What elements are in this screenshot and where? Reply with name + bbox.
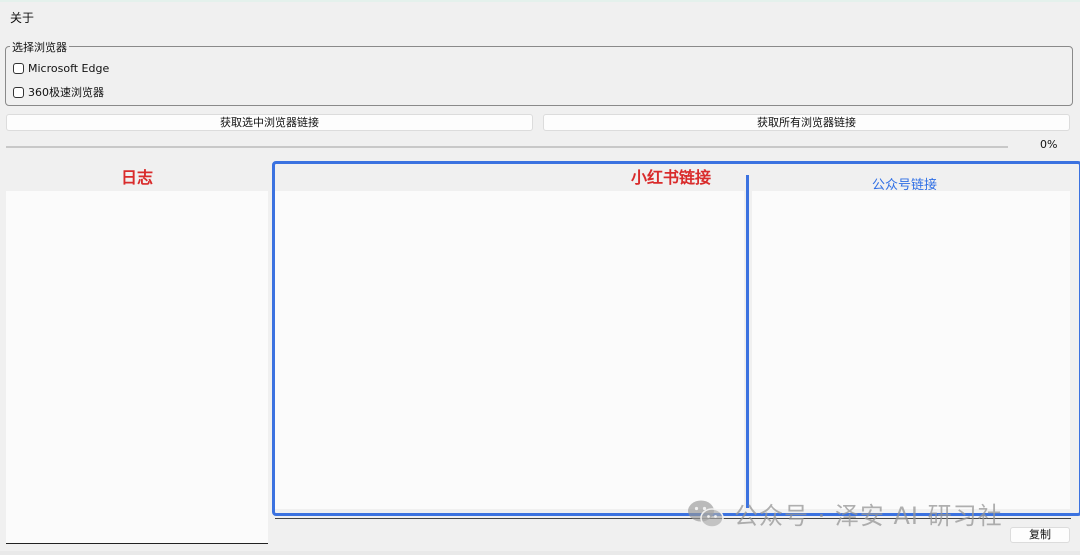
log-title: 日志	[121, 168, 154, 187]
get-selected-browser-links-button[interactable]: 获取选中浏览器链接	[6, 114, 533, 131]
window-bottom-edge	[0, 551, 1080, 555]
checkbox-square[interactable]	[13, 63, 24, 74]
checkbox-label: Microsoft Edge	[28, 62, 110, 75]
annotation-highlight-divider	[746, 175, 749, 508]
browser-select-title: 选择浏览器	[10, 39, 69, 55]
xiaohongshu-links-textarea[interactable]	[275, 191, 744, 509]
menu-about[interactable]: 关于	[10, 9, 34, 26]
browser-select-group	[5, 46, 1073, 106]
progress-bar	[6, 146, 1008, 148]
copy-button[interactable]: 复制	[1010, 527, 1070, 543]
window-top-accent	[0, 0, 1080, 2]
checkbox-square[interactable]	[13, 86, 24, 98]
gongzhonghao-links-textarea[interactable]	[752, 191, 1070, 509]
checkbox-label: 360极速浏览器	[28, 86, 104, 99]
progress-percent: 0%	[1040, 138, 1058, 151]
checkbox-microsoft-edge[interactable]: Microsoft Edge	[13, 62, 109, 75]
checkbox-360-browser[interactable]: 360极速浏览器	[13, 84, 104, 100]
xiaohongshu-links-title: 小红书链接	[631, 168, 712, 187]
log-textarea[interactable]	[6, 191, 268, 544]
bottom-divider	[275, 518, 1071, 519]
get-all-browser-links-button[interactable]: 获取所有浏览器链接	[543, 114, 1070, 131]
